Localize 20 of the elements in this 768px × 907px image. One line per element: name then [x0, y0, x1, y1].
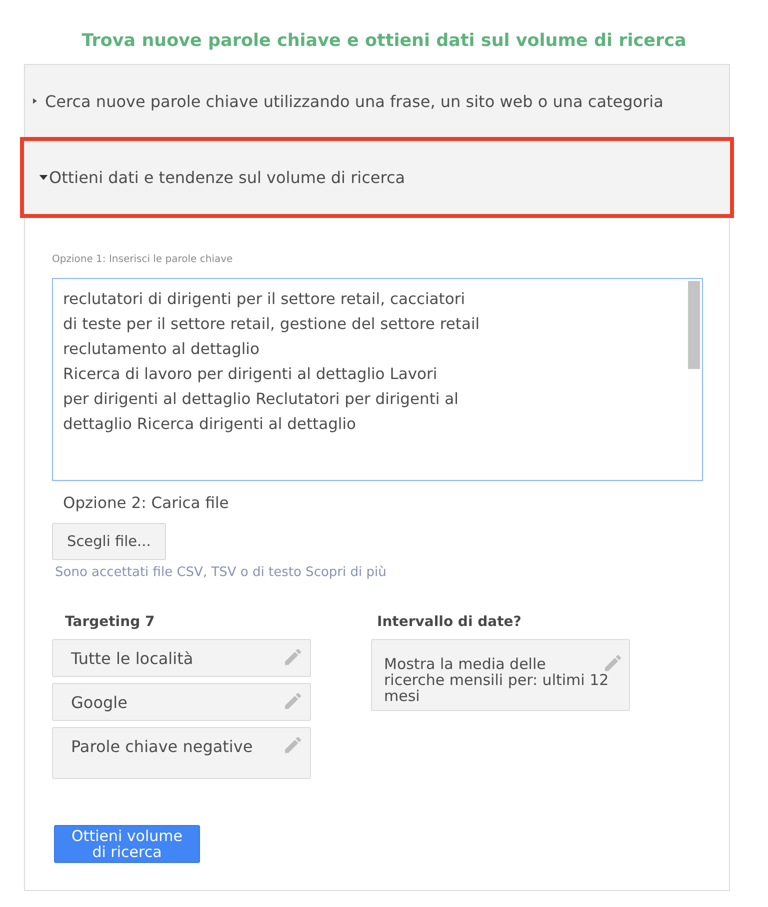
keywords-label: Opzione 1: Inserisci le parole chiave	[52, 254, 234, 265]
choose-file-button[interactable]: Scegli file...	[52, 523, 166, 560]
page-title: Trova nuove parole chiave e ottieni dati sul volume di ricerca	[80, 31, 688, 51]
upload-label: Opzione 2: Carica file	[63, 494, 230, 512]
date-range-heading: Intervallo di date?	[377, 614, 522, 630]
keywords-field[interactable]: reclutatori di dirigenti per il settore retail, cacciatori di teste per il settore retail, gestione del settore retail reclutamento al dettaglio Ricerca di lavoro per dirigenti al dettaglio Lavori per dirigenti al dettaglio Reclutatori per dirigenti al dettaglio Ricerca dirigenti al dettaglio	[52, 278, 703, 481]
targeting-option[interactable]: Parole chiave negative	[52, 727, 311, 779]
section-header[interactable]: Ottieni dati e tendenze sul volume di ricerca	[20, 137, 734, 218]
pencil-icon[interactable]	[605, 654, 621, 670]
targeting-option[interactable]: Tutte le località	[52, 639, 311, 677]
pencil-icon[interactable]	[285, 737, 301, 753]
scrollbar-thumb[interactable]	[688, 281, 700, 369]
get-volume-button[interactable]: Ottieni volume di ricerca	[54, 825, 200, 863]
targeting-heading: Targeting 7	[65, 614, 156, 630]
pencil-icon[interactable]	[285, 649, 301, 665]
targeting-option[interactable]: Google	[52, 683, 311, 721]
pencil-icon[interactable]	[285, 693, 301, 709]
date-range-option[interactable]: Mostra la media delle ricerche mensili per: ultimi 12 mesi	[371, 639, 630, 711]
file-help-text: Sono accettati file CSV, TSV o di testo Scopri di più	[55, 565, 388, 580]
section-header[interactable]: Cerca nuove parole chiave utilizzando una frase, un sito web o una categoria	[25, 65, 729, 137]
